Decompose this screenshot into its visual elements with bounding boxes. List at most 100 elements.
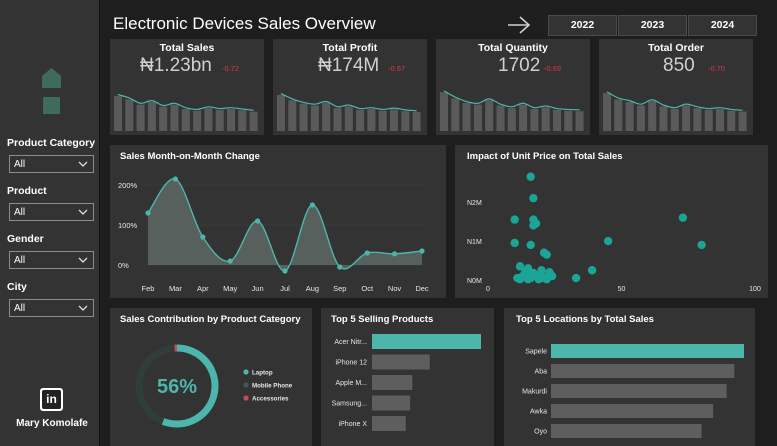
sparkline-bar	[288, 100, 297, 131]
legend-marker	[243, 369, 249, 375]
sidebar: Product Category All Product All Gender …	[0, 0, 100, 446]
scatter-point	[587, 266, 597, 275]
sparkline-bar	[625, 101, 634, 131]
city-select[interactable]: All	[9, 299, 94, 317]
legend-label: Accessories	[252, 396, 289, 403]
kpi-sparkline	[277, 93, 421, 131]
scatter-point	[510, 215, 519, 224]
x-tick-label: Jun	[252, 284, 264, 293]
scatter-point	[526, 240, 535, 250]
sparkline-bar	[136, 104, 145, 131]
data-point	[337, 264, 343, 270]
year-button-2024[interactable]: 2024	[688, 15, 757, 36]
scatter-point	[542, 250, 551, 259]
x-tick-label: Apr	[197, 284, 209, 293]
sparkline-bar	[659, 106, 668, 131]
x-tick-label: Nov	[388, 284, 402, 293]
kpi-delta: -0.72	[222, 64, 240, 73]
filter-label-city: City	[7, 281, 27, 293]
bar	[372, 375, 413, 390]
bar-label: Acer Nitr...	[334, 339, 367, 346]
product-select[interactable]: All	[9, 203, 94, 221]
sparkline-bar	[238, 110, 247, 131]
unit-price-scatter: N2M N1M N0M 0 50 100	[467, 172, 761, 293]
sparkline-bar	[356, 109, 365, 131]
scatter-point	[529, 193, 538, 203]
bar-label: Awka	[530, 409, 547, 416]
sparkline-bar	[147, 101, 156, 131]
sparkline-bar	[215, 109, 224, 131]
sparkline-bar	[603, 93, 611, 131]
select-value: All	[14, 303, 26, 314]
sparkline-bar	[227, 109, 235, 131]
x-tick-label: Oct	[361, 284, 374, 293]
product-category-select[interactable]: All	[9, 155, 94, 173]
top-locations-card: Top 5 Locations by Total Sales Sapele Aba…	[504, 308, 755, 446]
scatter-point	[571, 273, 581, 283]
chevron-down-icon	[78, 209, 88, 215]
sparkline-bar	[670, 109, 679, 131]
data-point	[145, 210, 151, 216]
kpi-delta: -0.70	[708, 64, 726, 73]
kpi-delta: -0.67	[388, 64, 406, 73]
bar-label: Makurdi	[522, 389, 547, 396]
sparkline-bar	[344, 106, 353, 131]
dashboard-main: Electronic Devices Sales Overview 2022 2…	[100, 0, 777, 446]
sparkline-bar	[738, 111, 747, 131]
kpi-card-total-quantity: Total Quantity 1702 -0.69	[436, 39, 590, 135]
filter-label-product-category: Product Category	[7, 137, 96, 149]
linkedin-icon[interactable]: in	[40, 388, 63, 411]
scatter-point	[510, 238, 519, 248]
sparkline-bar	[530, 109, 539, 131]
data-point	[309, 202, 315, 208]
category-donut-chart: 56% Laptop Mobile Phone Accessories	[135, 344, 293, 428]
chevron-down-icon	[78, 305, 88, 311]
kpi-card-total-profit: Total Profit ₦174M -0.67	[273, 39, 427, 135]
scatter-point	[521, 267, 530, 276]
year-button-2023[interactable]: 2023	[618, 15, 687, 36]
x-tick-label: Sep	[333, 284, 346, 293]
sparkline-bar	[451, 98, 460, 131]
sparkline-bar	[299, 103, 308, 131]
x-tick-label: Aug	[306, 284, 319, 293]
kpi-value: ₦1.23bn	[140, 55, 212, 76]
kpi-value: 1702	[498, 55, 541, 76]
bar-label: Apple M...	[335, 380, 367, 387]
bar-label: Samsung...	[332, 401, 367, 408]
bar	[551, 364, 735, 378]
bar	[551, 344, 744, 358]
linkedin-icon-text: in	[42, 390, 61, 409]
page-icon[interactable]	[43, 97, 60, 114]
arrow-right-icon[interactable]	[507, 15, 531, 35]
sparkline-bar	[193, 110, 202, 131]
sparkline-bar	[496, 105, 505, 131]
legend-marker	[243, 382, 249, 388]
chevron-down-icon	[78, 161, 88, 167]
bar-label: Oyo	[534, 429, 547, 436]
sparkline-bar	[170, 104, 179, 131]
sales-mom-card: Sales Month-on-Month Change 200% 100% 0% Fe…	[110, 145, 446, 298]
kpi-delta: -0.69	[544, 64, 562, 73]
scatter-point	[603, 236, 613, 246]
scatter-point	[531, 219, 541, 228]
home-icon[interactable]	[42, 68, 61, 88]
kpi-title: Total Quantity	[478, 42, 548, 54]
sparkline-bar	[636, 105, 645, 131]
filter-label-gender: Gender	[7, 233, 44, 245]
scatter-point	[526, 172, 535, 181]
year-button-2022[interactable]: 2022	[548, 15, 617, 36]
kpi-value: ₦174M	[318, 55, 380, 76]
chevron-down-icon	[78, 257, 88, 263]
data-point	[392, 251, 398, 257]
kpi-card-total-order: Total Order 850 -0.70	[599, 39, 753, 135]
sparkline-bar	[159, 106, 168, 131]
gender-select[interactable]: All	[9, 251, 94, 269]
sparkline-bar	[485, 100, 494, 131]
sparkline-bar	[378, 110, 387, 131]
data-point	[282, 268, 288, 274]
sparkline-bar	[507, 108, 516, 131]
data-point	[172, 176, 178, 182]
author-name: Mary Komolafe	[16, 418, 88, 429]
x-tick-label: 100	[749, 286, 761, 293]
data-point	[200, 234, 206, 240]
